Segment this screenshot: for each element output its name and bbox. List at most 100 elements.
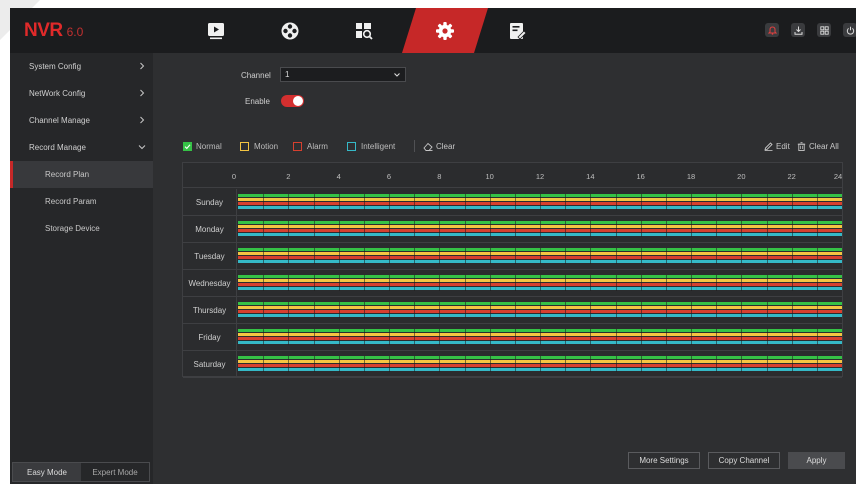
hour-label: 0: [231, 172, 237, 181]
hour-divider: [414, 275, 416, 291]
sidebar-item-label: Storage Device: [45, 224, 100, 233]
hour-divider: [540, 356, 541, 372]
legend-alarm[interactable]: Alarm: [293, 140, 328, 152]
schedule-grid[interactable]: 0 2 4 6 8 10 12 14 16 18 20 22 24 Sunday Monday Tuesda…: [182, 162, 843, 378]
hour-divider: [464, 221, 466, 237]
hour-divider: [540, 302, 541, 318]
more-settings-button[interactable]: More Settings: [628, 452, 700, 469]
record-bars[interactable]: [238, 221, 842, 237]
alarm-button[interactable]: [765, 23, 779, 37]
expert-mode-button[interactable]: Expert Mode: [81, 463, 149, 481]
nav-settings[interactable]: [415, 8, 475, 53]
edit-button[interactable]: Edit: [764, 140, 790, 152]
sidebar-item-label: Channel Manage: [29, 116, 90, 125]
record-bars[interactable]: [238, 329, 842, 345]
hour-divider: [565, 221, 567, 237]
hour-divider: [389, 248, 390, 264]
hour-divider: [540, 275, 541, 291]
hour-divider: [414, 329, 416, 345]
hour-divider: [791, 302, 793, 318]
hour-divider: [640, 221, 642, 237]
clear-button[interactable]: Clear: [423, 140, 455, 152]
copy-channel-button[interactable]: Copy Channel: [708, 452, 780, 469]
hour-divider: [389, 329, 390, 345]
legend-intelligent[interactable]: Intelligent: [347, 140, 395, 152]
hour-divider: [338, 329, 340, 345]
hour-divider: [691, 248, 692, 264]
hour-divider: [439, 275, 441, 291]
sidebar-item-record-plan[interactable]: Record Plan: [10, 161, 153, 188]
top-bar: NVR 6.0: [10, 8, 856, 53]
hour-divider: [766, 356, 768, 372]
hour-divider: [615, 221, 617, 237]
nav-playback[interactable]: [186, 8, 246, 53]
sidebar-item-channel-manage[interactable]: Channel Manage: [10, 107, 153, 134]
day-row[interactable]: Saturday: [183, 351, 842, 378]
sidebar-item-system-config[interactable]: System Config: [10, 53, 153, 80]
hour-divider: [338, 302, 340, 318]
hour-divider: [741, 275, 743, 291]
enable-toggle[interactable]: [281, 95, 304, 107]
nav-search[interactable]: [334, 8, 394, 53]
day-label: Monday: [183, 216, 237, 243]
hour-divider: [514, 221, 516, 237]
legend-motion[interactable]: Motion: [240, 140, 278, 152]
day-row[interactable]: Tuesday: [183, 243, 842, 270]
day-row[interactable]: Monday: [183, 216, 842, 243]
download-button[interactable]: [791, 23, 805, 37]
sidebar-item-record-param[interactable]: Record Param: [10, 188, 153, 215]
hour-divider: [565, 356, 567, 372]
hour-divider: [766, 221, 768, 237]
hour-divider: [590, 194, 592, 210]
hour-label: 2: [286, 172, 291, 181]
hour-divider: [464, 248, 466, 264]
hour-divider: [464, 329, 466, 345]
hour-divider: [414, 194, 416, 210]
hour-divider: [439, 194, 441, 210]
record-bars[interactable]: [238, 194, 842, 210]
hour-divider: [540, 248, 541, 264]
legend-normal[interactable]: Normal: [183, 140, 222, 152]
record-bars[interactable]: [238, 275, 842, 291]
chevron-down-icon: [394, 73, 400, 77]
hour-divider: [615, 275, 617, 291]
clear-all-button[interactable]: Clear All: [797, 140, 839, 152]
channel-select[interactable]: 1: [280, 67, 406, 82]
hour-label: 14: [586, 172, 595, 181]
hour-divider: [439, 356, 441, 372]
day-row[interactable]: Thursday: [183, 297, 842, 324]
hour-label: 6: [386, 172, 392, 181]
hour-divider: [716, 248, 718, 264]
layout-button[interactable]: [817, 23, 831, 37]
playback-icon: [208, 22, 224, 39]
checkbox-icon: [347, 141, 356, 151]
edit-icon: [764, 141, 773, 151]
power-button[interactable]: [843, 23, 856, 37]
day-row[interactable]: Friday: [183, 324, 842, 351]
hour-divider: [665, 248, 667, 264]
hour-divider: [288, 248, 290, 264]
sidebar-item-network-config[interactable]: NetWork Config: [10, 80, 153, 107]
easy-mode-button[interactable]: Easy Mode: [13, 463, 81, 481]
record-bars[interactable]: [238, 302, 842, 318]
clear-all-label: Clear All: [809, 141, 839, 151]
hour-divider: [540, 329, 541, 345]
sidebar-item-record-manage[interactable]: Record Manage: [10, 134, 153, 161]
hour-divider: [665, 221, 667, 237]
legend-label: Intelligent: [361, 141, 396, 151]
hour-divider: [288, 221, 290, 237]
record-bars[interactable]: [238, 248, 842, 264]
hour-divider: [363, 356, 365, 372]
nav-maintenance[interactable]: [488, 8, 548, 53]
record-bars[interactable]: [238, 356, 842, 372]
nav-channel[interactable]: [260, 8, 320, 53]
apply-button[interactable]: Apply: [788, 452, 845, 469]
day-row[interactable]: Sunday: [183, 189, 842, 216]
hour-divider: [414, 356, 416, 372]
sidebar-item-storage-device[interactable]: Storage Device: [10, 215, 153, 242]
hour-divider: [464, 275, 466, 291]
hour-divider: [691, 356, 692, 372]
hour-divider: [615, 194, 617, 210]
day-row[interactable]: Wednesday: [183, 270, 842, 297]
logo: NVR 6.0: [24, 20, 83, 42]
